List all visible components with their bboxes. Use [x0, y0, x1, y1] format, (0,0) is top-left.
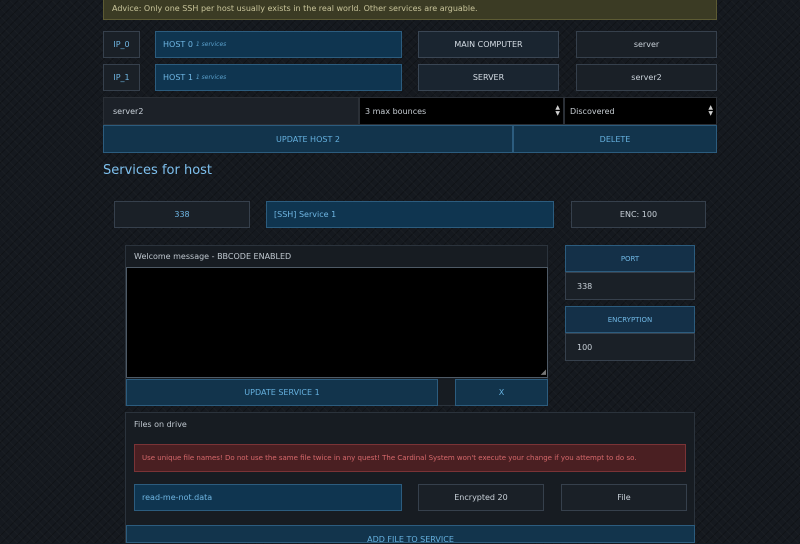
host-services-count-0: 1 services: [195, 41, 227, 48]
bounces-select[interactable]: 3 max bounces ▲ ▼: [359, 97, 564, 125]
files-heading: Files on drive: [134, 420, 187, 429]
file-name-input[interactable]: read-me-not.data: [134, 484, 402, 511]
file-type: File: [561, 484, 687, 511]
welcome-label: Welcome message - BBCODE ENABLED: [134, 252, 292, 261]
host-ip-1: IP_1: [103, 64, 140, 91]
select-arrows-icon: ▲ ▼: [555, 104, 560, 117]
service-enc-summary: ENC: 100: [571, 201, 706, 228]
port-input[interactable]: 338: [565, 272, 695, 300]
update-host-button[interactable]: UPDATE HOST 2: [103, 125, 513, 153]
state-select[interactable]: Discovered ▲ ▼: [564, 97, 717, 125]
encryption-label: ENCRYPTION: [565, 306, 695, 333]
resize-handle-icon[interactable]: ◢: [541, 369, 546, 376]
host-services-count-1: 1 services: [195, 74, 227, 81]
host-type-button-0[interactable]: MAIN COMPUTER: [418, 31, 559, 58]
add-file-button[interactable]: ADD FILE TO SERVICE: [126, 525, 695, 544]
advice-banner: Advice: Only one SSH per host usually ex…: [103, 0, 717, 20]
services-heading: Services for host: [103, 163, 213, 178]
host-name-field-0[interactable]: HOST 0 1 services: [155, 31, 402, 58]
delete-host-button[interactable]: DELETE: [513, 125, 717, 153]
service-name-field[interactable]: [SSH] Service 1: [266, 201, 554, 228]
host-name-1: HOST 1: [163, 73, 193, 82]
host-ip-0: IP_0: [103, 31, 140, 58]
port-label: PORT: [565, 245, 695, 272]
host-hostname-1: server2: [576, 64, 717, 91]
bounces-select-value: 3 max bounces: [365, 106, 427, 116]
unique-filename-warning: Use unique file names! Do not use the sa…: [134, 444, 686, 472]
update-service-button[interactable]: UPDATE SERVICE 1: [126, 379, 438, 406]
welcome-textarea[interactable]: ◢: [126, 267, 548, 378]
file-encryption: Encrypted 20: [418, 484, 544, 511]
service-port-summary: 338: [114, 201, 250, 228]
select-arrows-icon: ▲ ▼: [708, 104, 713, 117]
state-select-value: Discovered: [570, 106, 615, 116]
host-type-button-1[interactable]: SERVER: [418, 64, 559, 91]
files-panel: [125, 412, 695, 543]
encryption-input[interactable]: 100: [565, 333, 695, 361]
host-hostname-0: server: [576, 31, 717, 58]
host-name-field-1[interactable]: HOST 1 1 services: [155, 64, 402, 91]
host-name-0: HOST 0: [163, 40, 193, 49]
host-name-input[interactable]: server2: [103, 97, 359, 125]
delete-service-button[interactable]: X: [455, 379, 548, 406]
